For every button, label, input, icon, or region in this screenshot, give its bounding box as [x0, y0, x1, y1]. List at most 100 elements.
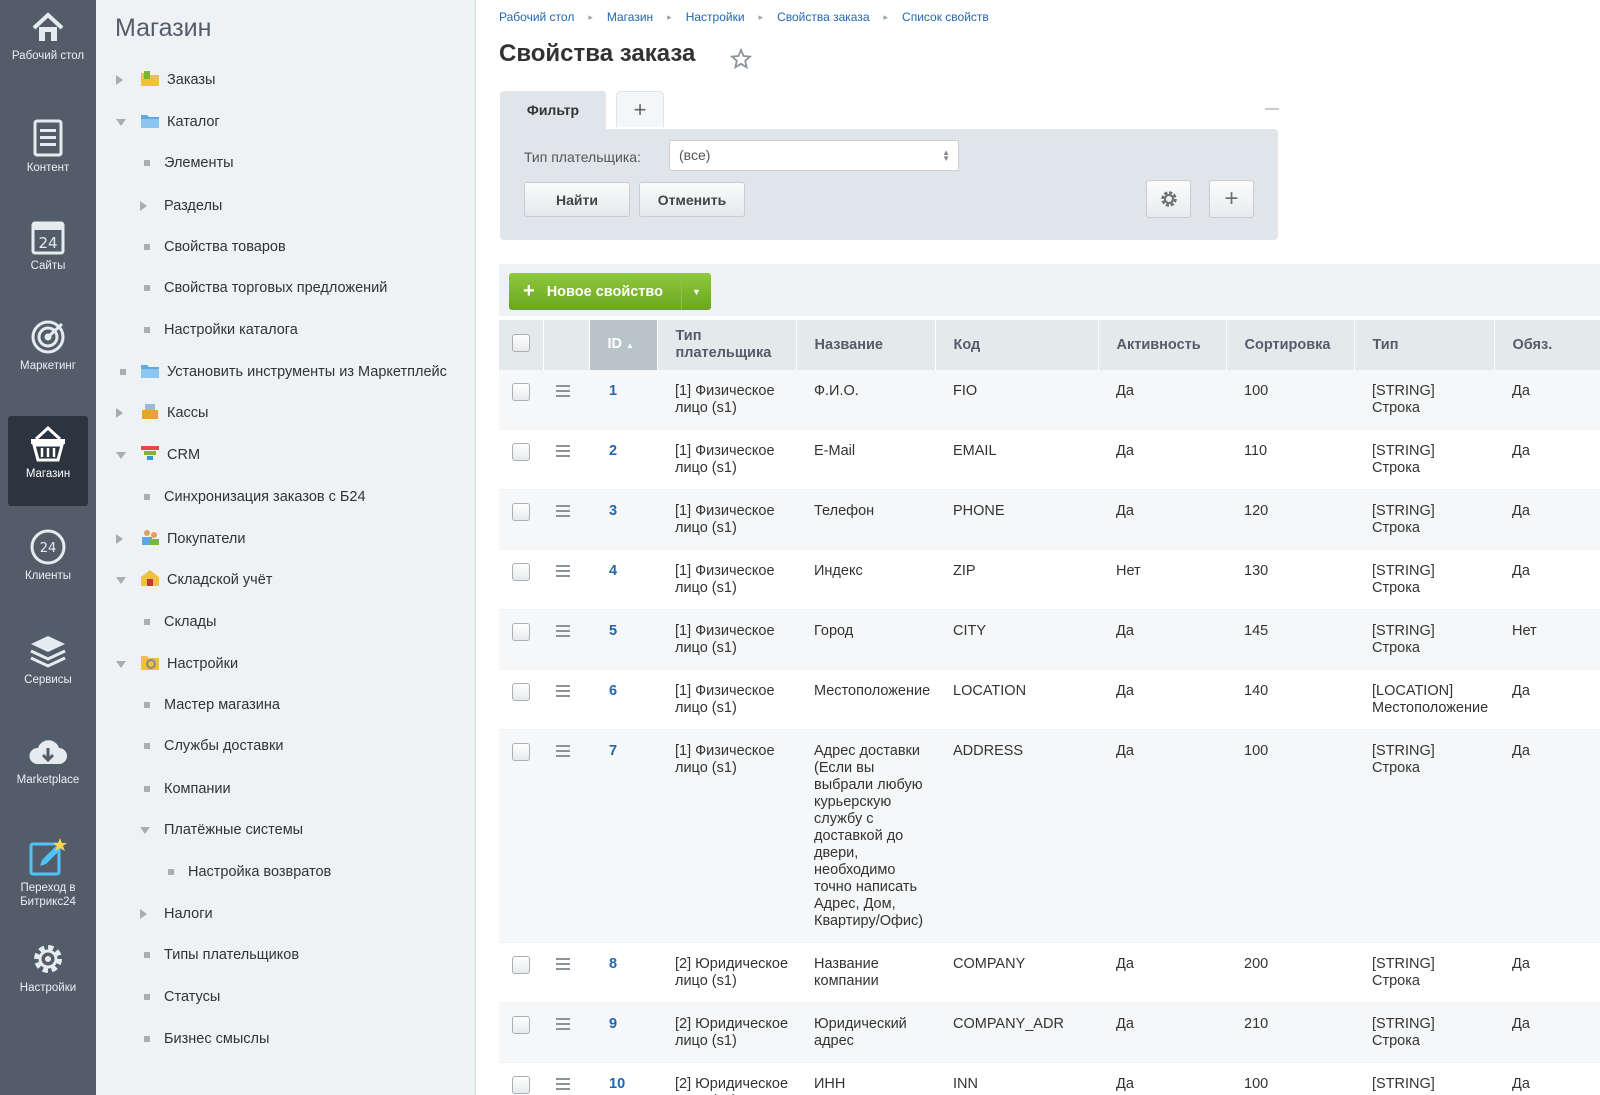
sidebar-item[interactable]: Службы доставки [140, 734, 283, 758]
sidebar-item[interactable]: Элементы [140, 151, 234, 175]
sidebar-item[interactable]: Платёжные системы [140, 818, 303, 842]
nav-item-clients[interactable]: 24 Клиенты [8, 528, 88, 594]
row-checkbox[interactable] [512, 956, 530, 974]
column-header-id[interactable]: ID ▲ [589, 320, 658, 370]
row-checkbox[interactable] [512, 563, 530, 581]
table-row[interactable]: 8 [2] Юридическое лицо (s1) Название компа… [499, 942, 1600, 1003]
nav-item-sites[interactable]: 24 Сайты [8, 218, 88, 284]
row-checkbox[interactable] [512, 383, 530, 401]
sidebar-item[interactable]: Заказы [116, 68, 215, 92]
row-menu-icon[interactable] [556, 385, 570, 400]
row-checkbox[interactable] [512, 1016, 530, 1034]
row-menu-icon[interactable] [556, 505, 570, 520]
sidebar-item[interactable]: Складской учёт [116, 568, 272, 592]
breadcrumb-item[interactable]: Настройки [686, 10, 745, 24]
id-cell[interactable]: 9 [589, 1002, 657, 1063]
chevron-right-icon[interactable] [116, 534, 123, 544]
sidebar-item[interactable]: Свойства товаров [140, 235, 286, 259]
id-cell[interactable]: 2 [589, 429, 657, 490]
sidebar-item[interactable]: Каталог [116, 110, 220, 134]
nav-item-shop[interactable]: Магазин [8, 416, 88, 506]
add-filter-tab-button[interactable]: + [616, 91, 664, 127]
breadcrumb-item[interactable]: Магазин [607, 10, 653, 24]
id-cell[interactable]: 3 [589, 489, 657, 550]
filter-tab[interactable]: Фильтр [500, 91, 606, 129]
sidebar-item[interactable]: Разделы [140, 194, 222, 218]
favorite-star-icon[interactable] [729, 47, 753, 73]
new-property-button[interactable]: + Новое свойство ▼ [509, 273, 711, 310]
nav-item-services[interactable]: Сервисы [8, 632, 88, 698]
chevron-down-icon[interactable] [116, 576, 126, 584]
select-all-checkbox[interactable] [512, 333, 530, 352]
table-row[interactable]: 5 [1] Физическое лицо (s1) Город CITY Да 145[… [499, 609, 1600, 670]
nav-item-marketing[interactable]: Маркетинг [8, 318, 88, 384]
row-checkbox[interactable] [512, 1076, 530, 1094]
table-row[interactable]: 3 [1] Физическое лицо (s1) Телефон PHONE Да 1… [499, 489, 1600, 550]
sidebar-item[interactable]: Настройки [116, 652, 238, 676]
column-header-required[interactable]: Обяз. [1494, 320, 1600, 370]
table-row[interactable]: 7 [1] Физическое лицо (s1) Адрес доставки … [499, 729, 1600, 943]
table-row[interactable]: 9 [2] Юридическое лицо (s1) Юридический ад… [499, 1002, 1600, 1063]
sidebar-item[interactable]: Мастер магазина [140, 693, 280, 717]
chevron-down-icon[interactable]: ▼ [681, 273, 711, 310]
payer-type-select[interactable]: (все) ▲ ▼ [669, 140, 959, 171]
sidebar-item[interactable]: Бизнес смыслы [140, 1027, 269, 1051]
row-menu-icon[interactable] [556, 1078, 570, 1093]
row-checkbox[interactable] [512, 443, 530, 461]
chevron-down-icon[interactable] [116, 451, 126, 459]
sidebar-item[interactable]: Типы плательщиков [140, 943, 299, 967]
row-menu-icon[interactable] [556, 625, 570, 640]
breadcrumb-item[interactable]: Рабочий стол [499, 10, 574, 24]
column-header-active[interactable]: Активность [1098, 320, 1227, 370]
sidebar-item[interactable]: Свойства торговых предложений [140, 276, 387, 300]
sidebar-item[interactable]: Склады [140, 610, 216, 634]
breadcrumb-item[interactable]: Свойства заказа [777, 10, 869, 24]
sidebar-item[interactable]: Синхронизация заказов с Б24 [140, 485, 366, 509]
column-header-payer-type[interactable]: Тип плательщика [657, 320, 797, 370]
column-header-type[interactable]: Тип [1354, 320, 1495, 370]
chevron-down-icon[interactable] [116, 118, 126, 126]
filter-settings-button[interactable] [1146, 180, 1191, 218]
chevron-right-icon[interactable] [116, 75, 123, 85]
table-row[interactable]: 10[2] Юридическое лицо (s1)ИННINNДа100[S… [499, 1062, 1600, 1095]
chevron-down-icon[interactable] [140, 826, 150, 834]
id-cell[interactable]: 4 [589, 549, 657, 610]
id-cell[interactable]: 1 [589, 370, 657, 430]
column-header-code[interactable]: Код [935, 320, 1099, 370]
sidebar-item[interactable]: Настройка возвратов [164, 860, 331, 884]
sidebar-item[interactable]: Кассы [116, 401, 208, 425]
sidebar-item[interactable]: Налоги [140, 902, 213, 926]
row-menu-icon[interactable] [556, 685, 570, 700]
row-menu-icon[interactable] [556, 745, 570, 760]
filter-add-field-button[interactable]: + [1209, 180, 1254, 218]
sidebar-item[interactable]: CRM [116, 443, 200, 467]
sidebar-item[interactable]: Покупатели [116, 527, 245, 551]
row-checkbox[interactable] [512, 743, 530, 761]
table-row[interactable]: 4 [1] Физическое лицо (s1) Индекс ZIP Нет 130… [499, 549, 1600, 610]
sidebar-item[interactable]: Установить инструменты из Маркетплейс [116, 360, 447, 384]
row-menu-icon[interactable] [556, 1018, 570, 1033]
row-checkbox[interactable] [512, 683, 530, 701]
sidebar-item[interactable]: Настройки каталога [140, 318, 298, 342]
id-cell[interactable]: 7 [589, 729, 657, 943]
nav-item-settings[interactable]: Настройки [8, 940, 88, 1006]
id-cell[interactable]: 8 [589, 942, 657, 1003]
chevron-right-icon[interactable] [116, 408, 123, 418]
table-row[interactable]: 2 [1] Физическое лицо (s1) E-Mail EMAIL Да 11… [499, 429, 1600, 490]
nav-item-desktop[interactable]: Рабочий стол [8, 10, 88, 90]
sidebar-item[interactable]: Статусы [140, 985, 220, 1009]
table-row[interactable]: 6 [1] Физическое лицо (s1) Местоположение L… [499, 669, 1600, 730]
breadcrumb-item[interactable]: Список свойств [902, 10, 989, 24]
row-menu-icon[interactable] [556, 565, 570, 580]
id-cell[interactable]: 6 [589, 669, 657, 730]
chevron-right-icon[interactable] [140, 909, 147, 919]
column-header-sort[interactable]: Сортировка [1226, 320, 1355, 370]
nav-item-bitrix24[interactable]: Переход в Битрикс24 [8, 836, 88, 916]
table-row[interactable]: 1 [1] Физическое лицо (s1) Ф.И.О. FIO Да 100[… [499, 370, 1600, 430]
sidebar-item[interactable]: Компании [140, 777, 231, 801]
nav-item-marketplace[interactable]: Marketplace [8, 736, 88, 798]
cancel-button[interactable]: Отменить [639, 182, 745, 217]
filter-minimize-button[interactable] [1265, 108, 1279, 110]
row-menu-icon[interactable] [556, 445, 570, 460]
column-header-name[interactable]: Название [796, 320, 936, 370]
